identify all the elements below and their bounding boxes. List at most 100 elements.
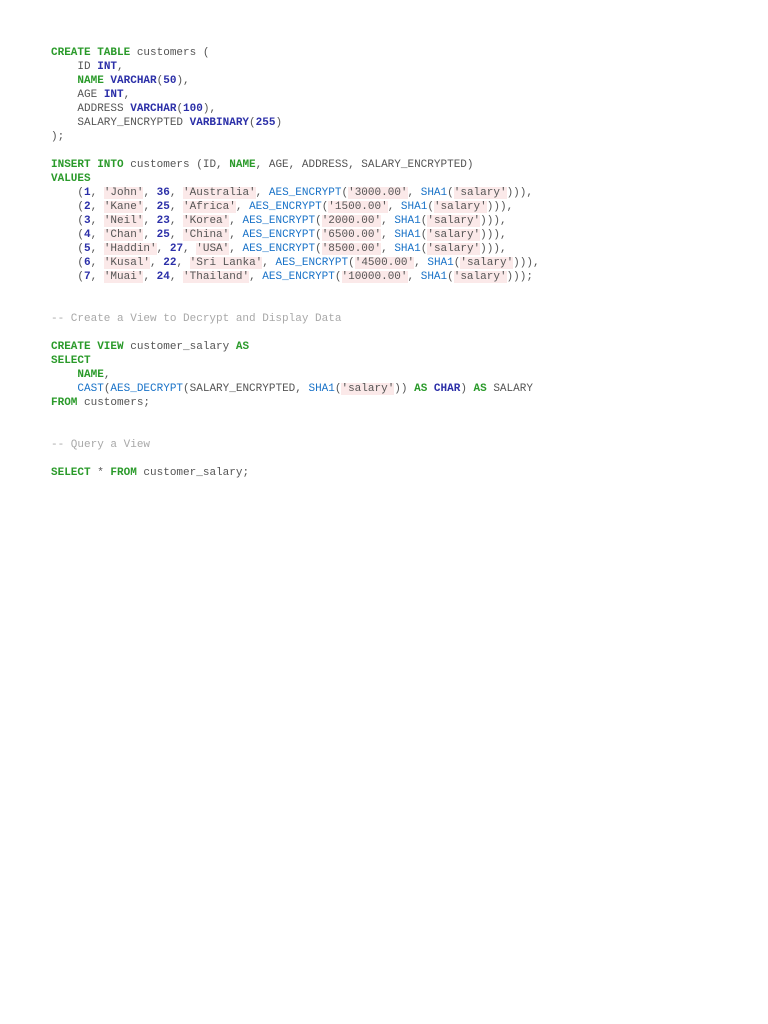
number: 23 — [156, 215, 170, 227]
string-literal: 'Australia' — [183, 187, 256, 199]
code-text: , — [387, 201, 401, 213]
string-literal: 'Kusal' — [103, 257, 151, 269]
code-line: SELECT * FROM customer_salary; — [51, 466, 540, 480]
string-literal: 'China' — [183, 229, 230, 241]
code-text: , — [90, 271, 104, 283]
code-line: NAME, — [51, 368, 540, 382]
string-literal: '6500.00' — [321, 229, 382, 241]
string-literal: '4500.00' — [354, 257, 415, 269]
keyword: SELECT — [51, 355, 91, 367]
code-text: ( — [447, 271, 454, 283]
code-text: customers ( — [130, 47, 210, 59]
code-line: (3, 'Neil', 23, 'Korea', AES_ENCRYPT('20… — [51, 214, 540, 228]
function-name: SHA1 — [394, 243, 421, 255]
code-text: ( — [51, 229, 85, 241]
string-literal: 'John' — [103, 187, 144, 199]
code-line: VALUES — [51, 172, 540, 186]
code-text: ( — [51, 215, 85, 227]
comment: -- Create a View to Decrypt and Display … — [51, 313, 342, 325]
code-line: SALARY_ENCRYPTED VARBINARY(255) — [51, 116, 540, 130]
string-literal: '8500.00' — [321, 243, 382, 255]
code-text: ) — [460, 383, 474, 395]
code-text: , — [90, 257, 104, 269]
function-name: AES_ENCRYPT — [262, 271, 335, 283]
code-text: , AGE, ADDRESS, SALARY_ENCRYPTED) — [255, 159, 474, 171]
string-literal: 'Korea' — [183, 215, 230, 227]
function-name: AES_ENCRYPT — [275, 257, 349, 269]
code-text: , — [183, 243, 197, 255]
code-line: SELECT — [51, 354, 540, 368]
code-text: , — [143, 271, 157, 283]
number: 5 — [84, 243, 91, 255]
code-text: customers (ID, — [123, 159, 230, 171]
code-text: (SALARY_ENCRYPTED, — [183, 383, 309, 395]
code-text: , — [532, 257, 540, 269]
number: 22 — [163, 257, 177, 269]
code-text: , — [499, 215, 507, 227]
code-text: ; — [526, 271, 533, 283]
code-text: ( — [249, 117, 256, 129]
code-text: , — [143, 201, 157, 213]
code-text: ))) — [480, 215, 500, 227]
keyword: FROM — [110, 467, 137, 479]
code-text: , — [407, 187, 421, 199]
function-name: SHA1 — [308, 383, 335, 395]
code-text: , — [506, 201, 514, 213]
code-text: SALARY — [486, 383, 533, 395]
code-text: ( — [51, 243, 85, 255]
type: INT — [97, 61, 118, 73]
code-text: , — [90, 187, 104, 199]
number: 27 — [169, 243, 184, 255]
code-line: NAME VARCHAR(50), — [51, 74, 540, 88]
code-text: ( — [334, 271, 342, 283]
number: 4 — [84, 229, 91, 241]
code-text: ))) — [480, 229, 500, 241]
code-text: , — [143, 187, 157, 199]
string-literal: 'salary' — [453, 187, 507, 199]
code-line: (6, 'Kusal', 22, 'Sri Lanka', AES_ENCRYP… — [51, 256, 540, 270]
code-text: ( — [51, 187, 85, 199]
code-line: INSERT INTO customers (ID, NAME, AGE, AD… — [51, 158, 540, 172]
code-line: ID INT, — [51, 60, 540, 74]
string-literal: 'salary' — [427, 229, 481, 241]
code-text: ), — [176, 75, 190, 87]
keyword: FROM — [51, 397, 78, 409]
string-literal: 'Muai' — [103, 271, 144, 283]
code-line: (1, 'John', 36, 'Australia', AES_ENCRYPT… — [51, 186, 540, 200]
code-line: ADDRESS VARCHAR(100), — [51, 102, 540, 116]
code-line: (7, 'Muai', 24, 'Thailand', AES_ENCRYPT(… — [51, 270, 540, 284]
code-text: , — [255, 187, 269, 199]
code-text: , — [90, 243, 104, 255]
code-text: ), — [202, 103, 217, 115]
code-text: , — [90, 201, 104, 213]
code-text: AGE — [51, 89, 104, 101]
code-text: )) — [394, 383, 415, 395]
type: INT — [103, 89, 124, 101]
code-text: ))) — [506, 187, 527, 199]
function-name: SHA1 — [394, 215, 421, 227]
string-literal: 'Thailand' — [183, 271, 250, 283]
code-line: ); — [51, 130, 540, 144]
code-text: ( — [447, 187, 454, 199]
code-line: CREATE TABLE customers ( — [51, 46, 540, 60]
code-text: , — [123, 89, 131, 101]
function-name: SHA1 — [394, 229, 421, 241]
number: 36 — [156, 187, 170, 199]
keyword: VALUES — [51, 173, 91, 185]
keyword: AS — [473, 383, 487, 395]
code-text: , — [262, 257, 276, 269]
type: VARCHAR — [130, 103, 177, 115]
code-text: ( — [51, 271, 85, 283]
code-text: , — [143, 229, 157, 241]
code-text: customers; — [77, 397, 151, 409]
sql-code-block: CREATE TABLE customers ( ID INT, NAME VA… — [51, 46, 540, 480]
code-text: , — [169, 187, 184, 199]
keyword: CREATE TABLE — [51, 47, 131, 59]
string-literal: 'Haddin' — [103, 243, 157, 255]
code-line: -- Create a View to Decrypt and Display … — [51, 312, 540, 326]
string-literal: '1500.00' — [328, 201, 388, 213]
